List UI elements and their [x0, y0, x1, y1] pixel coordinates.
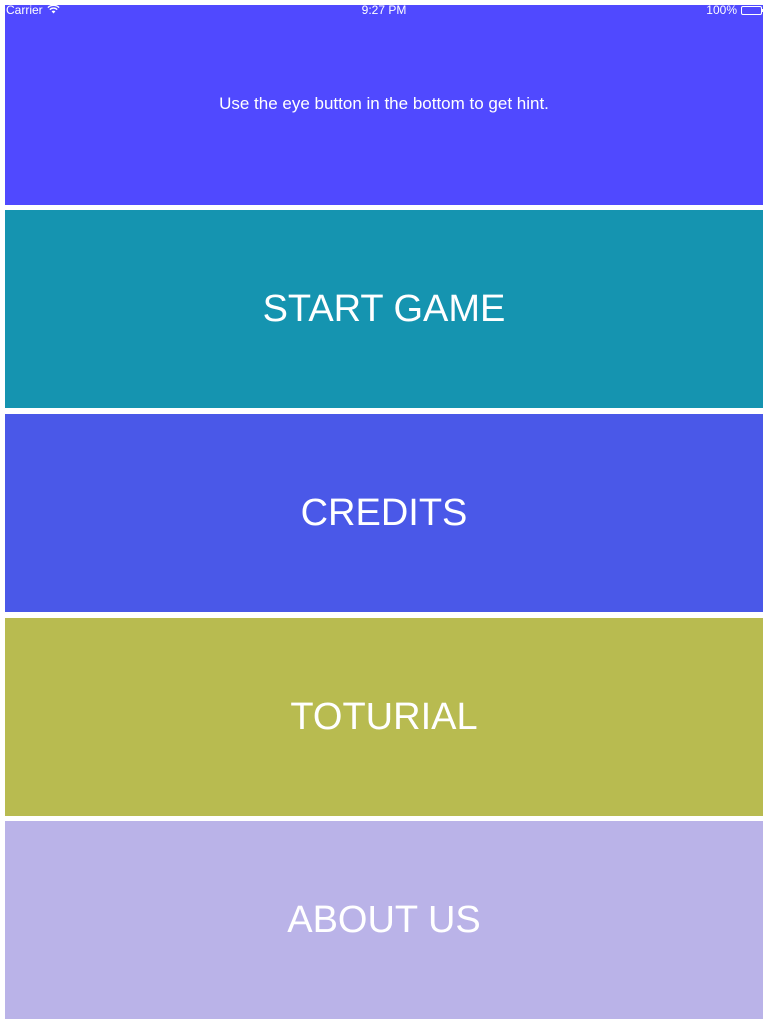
battery-percent: 100%	[706, 3, 737, 17]
battery-icon	[741, 5, 764, 15]
start-game-label: START GAME	[262, 287, 506, 330]
hint-banner: Use the eye button in the bottom to get …	[5, 5, 763, 205]
credits-button[interactable]: CREDITS	[5, 414, 763, 612]
tutorial-button[interactable]: TOTURIAL	[5, 618, 763, 816]
about-us-button[interactable]: ABOUT US	[5, 821, 763, 1019]
app-screen: Carrier 9:27 PM 100% Use the eye button …	[0, 0, 768, 1024]
tutorial-label: TOTURIAL	[290, 695, 478, 738]
hint-text: Use the eye button in the bottom to get …	[219, 94, 549, 113]
credits-label: CREDITS	[300, 491, 468, 534]
status-right: 100%	[706, 3, 764, 17]
start-game-button[interactable]: START GAME	[5, 210, 763, 408]
status-time: 9:27 PM	[361, 3, 407, 17]
status-bar: Carrier 9:27 PM 100%	[0, 0, 768, 20]
about-us-label: ABOUT US	[287, 898, 481, 941]
